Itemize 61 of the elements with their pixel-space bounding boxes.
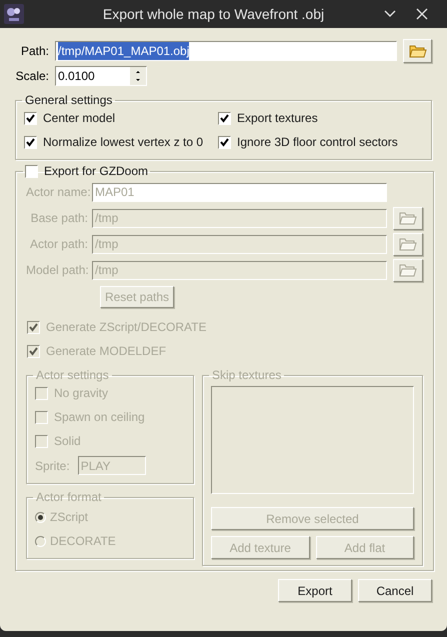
folder-icon — [399, 211, 417, 225]
text-field[interactable]: /tmp — [92, 260, 387, 280]
spin-down-icon[interactable] — [130, 76, 146, 85]
checkbox[interactable] — [218, 112, 231, 124]
checkbox[interactable] — [27, 320, 40, 334]
field-value: /tmp — [95, 210, 118, 227]
field-value: /tmp — [95, 262, 118, 279]
dialog-button[interactable]: Export — [278, 579, 352, 602]
checkbox[interactable] — [27, 344, 40, 358]
group-title: General settings — [24, 92, 114, 109]
checkbox[interactable] — [35, 410, 48, 424]
sprite-value: PLAY — [80, 458, 110, 474]
radio-label: ZScript — [50, 509, 88, 526]
text-field[interactable]: /tmp — [92, 208, 387, 228]
folder-icon — [408, 44, 426, 58]
sprite-label: Sprite: — [35, 458, 70, 474]
field-label: Actor path: — [28, 236, 89, 253]
field-label: Actor name: — [26, 184, 90, 201]
scale-value: 0.0100 — [57, 68, 96, 85]
radio-label: DECORATE — [50, 533, 116, 550]
spin-up-icon[interactable] — [130, 67, 146, 76]
field-label: Base path: — [30, 210, 89, 227]
window-title: Export whole map to Wavefront .obj — [102, 4, 326, 24]
checkbox[interactable] — [25, 164, 38, 178]
checkbox-label: Generate ZScript/DECORATE — [46, 319, 206, 336]
text-field[interactable]: /tmp — [92, 234, 387, 254]
field-value: MAP01 — [95, 184, 134, 201]
app-logo-icon — [4, 4, 24, 24]
field-value: /tmp — [95, 236, 118, 253]
group-title: Skip textures — [211, 367, 282, 384]
path-value: /tmp/MAP01_MAP01.obj — [58, 42, 190, 60]
checkbox-label: Ignore 3D floor control sectors — [237, 134, 398, 151]
checkbox[interactable] — [35, 386, 48, 400]
checkbox-label: Spawn on ceiling — [54, 409, 145, 426]
text-field[interactable]: MAP01 — [92, 182, 387, 202]
checkbox-label: Export for GZDoom — [44, 163, 148, 180]
radio-button[interactable] — [35, 536, 46, 546]
checkbox-label: Center model — [43, 110, 116, 127]
group-title: Actor format — [35, 489, 102, 506]
checkbox[interactable] — [24, 112, 37, 124]
field-label: Model path: — [26, 262, 90, 279]
sprite-field[interactable]: PLAY — [78, 456, 146, 475]
folder-icon — [399, 263, 417, 277]
checkbox-label: Normalize lowest vertex z to 0 — [43, 134, 204, 151]
checkbox-label: Export textures — [237, 110, 318, 127]
checkbox[interactable] — [24, 136, 37, 148]
close-icon[interactable] — [415, 7, 429, 21]
group-title: Actor settings — [35, 367, 110, 384]
checkbox-label: Generate MODELDEF — [46, 343, 166, 360]
checkbox[interactable] — [218, 136, 231, 148]
checkbox-label: No gravity — [54, 385, 108, 402]
dialog-button[interactable]: Cancel — [358, 579, 432, 602]
scale-label: Scale: — [15, 68, 49, 85]
browse-button[interactable] — [403, 39, 432, 63]
path-label: Path: — [20, 43, 49, 60]
path-field[interactable]: /tmp/MAP01_MAP01.obj — [55, 41, 397, 61]
checkbox-label: Solid — [54, 433, 81, 450]
scale-spinbox[interactable]: 0.0100 — [55, 66, 147, 86]
folder-icon — [399, 237, 417, 251]
radio-button[interactable] — [35, 512, 46, 522]
checkbox[interactable] — [35, 434, 48, 448]
